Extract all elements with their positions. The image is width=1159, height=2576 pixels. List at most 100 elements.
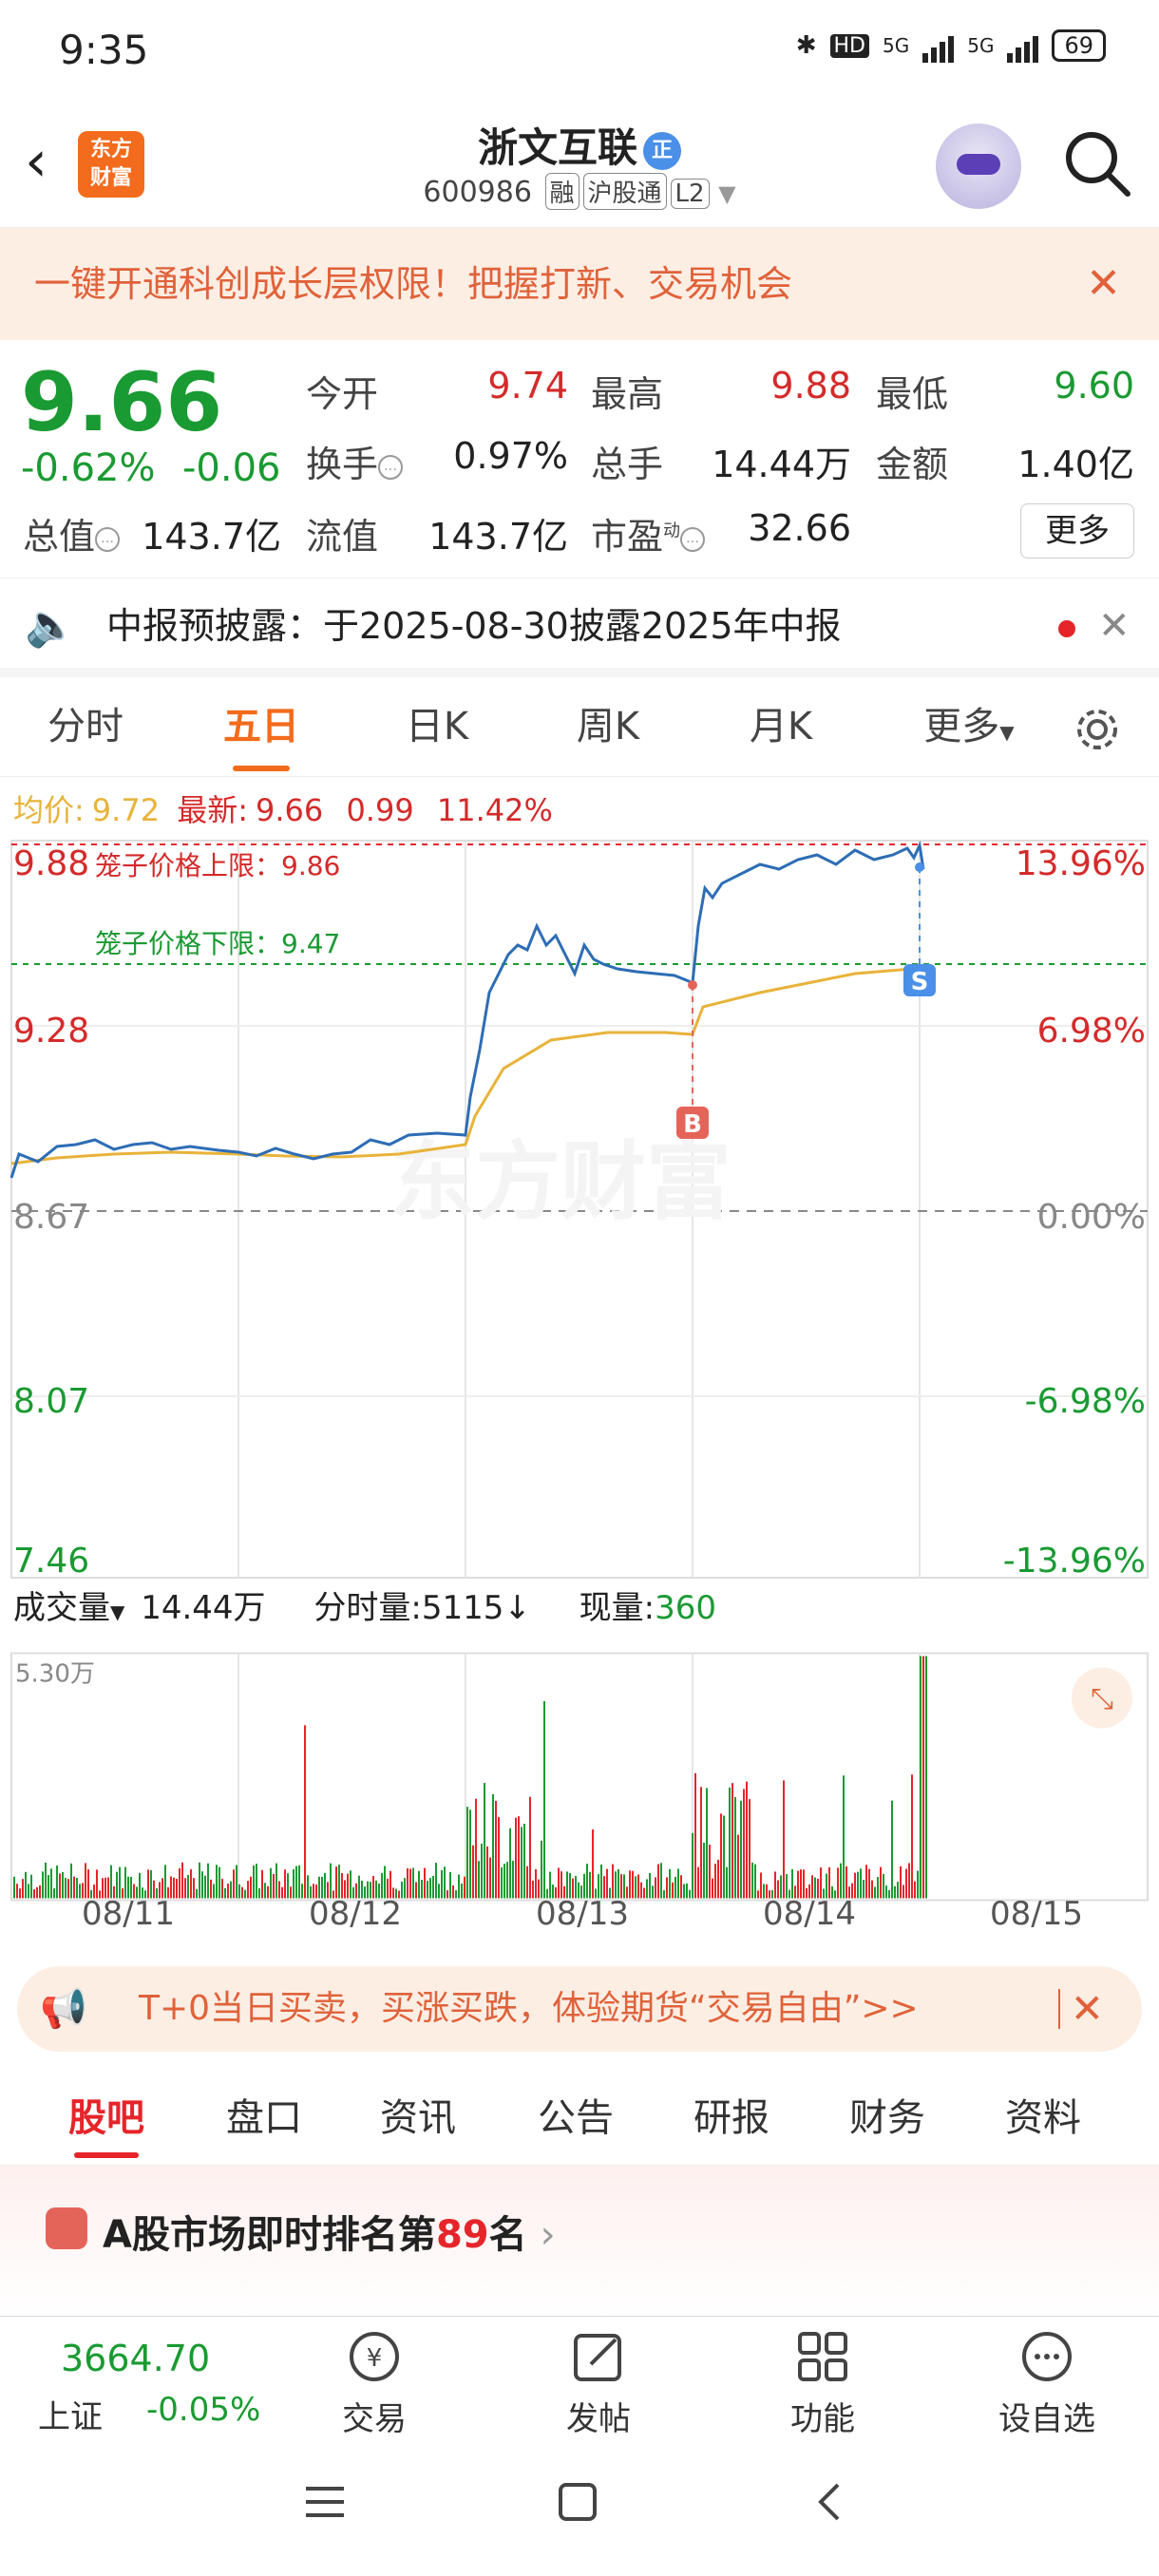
volume-bar [466,1807,468,1899]
close-icon[interactable]: ✕ [1071,1966,1104,2052]
date-label: 08/14 [763,1895,856,1933]
volume-bar [518,1816,520,1899]
volume-bar [714,1864,716,1899]
chart-summary: 均价: 9.72 最新: 9.66 0.99 11.42% [13,786,553,830]
back-nav-icon[interactable] [808,2479,853,2525]
volume-bar [469,1809,471,1899]
volume-bar [338,1865,340,1899]
tab-profile[interactable]: 资料 [1005,2071,1081,2166]
volume-bar [293,1868,294,1899]
volume-bar [558,1867,560,1899]
chart-tabs: 分时 五日 日K 周K 月K 更多▼ [0,677,1159,777]
speaker-icon: 🔈 [25,601,77,650]
dropdown-icon[interactable]: ▼ [718,180,735,207]
volume-chart[interactable]: 5.30万 ⤡ [0,1634,1159,1919]
volume-bar [298,1865,300,1899]
volume-bar [703,1843,705,1899]
minute-vol-label: 分时量: [314,1589,422,1627]
volume-bar [45,1862,47,1899]
volume-bar [236,1865,238,1899]
volume-bar [424,1867,426,1899]
tab-forum[interactable]: 股吧 [68,2071,144,2166]
menu-icon[interactable] [302,2479,348,2525]
more-button[interactable]: 更多 [1020,503,1134,559]
current-price: 9.66 [21,355,223,450]
tab-intraday[interactable]: 分时 [38,677,133,777]
volume-bar [737,1834,739,1899]
tab-weekly-k[interactable]: 周K [560,677,656,777]
volume-bar [837,1867,839,1899]
volume-bar [70,1863,72,1899]
search-icon[interactable] [1059,125,1135,201]
volume-bar [660,1863,662,1899]
nav-functions[interactable]: 功能 [756,2317,889,2442]
nav-trade[interactable]: ¥ 交易 [308,2317,441,2442]
volume-bar [124,1866,126,1899]
volume-bar [543,1700,545,1899]
promo-text: 一键开通科创成长层权限！把握打新、交易机会 [34,263,793,305]
tab-research[interactable]: 研报 [694,2071,770,2166]
avg-label: 均价: [13,792,85,828]
volume-bar [523,1824,525,1899]
volume-header: 成交量▼ 14.44万 分时量:5115↓ 现量:360 [13,1582,1153,1638]
unread-dot [1058,620,1075,637]
volume-bar [216,1865,218,1899]
y-label-4: 8.07 [13,1382,89,1421]
tab-announcements[interactable]: 公告 [538,2071,614,2166]
nav-add-watchlist[interactable]: 设自选 [980,2317,1113,2442]
volume-bar [295,1866,297,1899]
volume-bar [791,1868,793,1899]
turnover-value: 0.97% [453,435,568,477]
tab-more[interactable]: 更多▼ [907,677,1031,777]
nav-post-label: 发帖 [566,2400,631,2438]
mktcap-value: 143.7亿 [142,516,281,558]
bluetooth-icon: ✱ [795,31,817,60]
divider [1058,1989,1060,2029]
float-label: 流值 [306,516,379,558]
volume-bar [706,1788,708,1899]
volume-bar [233,1869,235,1899]
volume-bar [865,1865,867,1899]
index-ticker[interactable]: 3664.70 上证 -0.05% [19,2317,266,2442]
nav-post[interactable]: 发帖 [532,2317,665,2442]
rank-card[interactable]: A股市场即时排名第89名 › [0,2166,1159,2318]
price-chart[interactable]: 东方财富 9.88 9.28 8.67 8.07 7.46 13.96% 6.9… [0,831,1159,1582]
volume-bar [492,1793,494,1899]
volume-bar [276,1863,277,1899]
latest-pct: 11.42% [436,792,553,828]
open-label: 今开 [306,373,379,415]
info-icon[interactable]: … [95,526,121,552]
gear-icon[interactable] [1074,706,1121,753]
volume-bar [732,1783,733,1899]
close-icon[interactable]: ✕ [1098,578,1130,673]
volume-bar [509,1828,511,1899]
assistant-avatar[interactable] [936,123,1021,209]
volume-bar [743,1789,745,1899]
minute-vol-value: 5115 [421,1589,504,1627]
status-icons: ✱ HD 5G 5G 69 [796,28,1106,63]
volume-bar [911,1774,913,1899]
expand-icon: ⤡ [1091,1683,1113,1716]
volume-bar [335,1866,337,1899]
volume-bar [843,1775,845,1899]
close-icon[interactable]: ✕ [1086,228,1121,340]
futures-ad[interactable]: 📢 T+0当日买卖，买涨买跌，体验期货“交易自由”>> ✕ [17,1966,1142,2052]
tab-daily-k[interactable]: 日K [390,677,484,777]
home-icon[interactable] [555,2479,600,2525]
tab-finance[interactable]: 财务 [849,2071,925,2166]
volume-selector[interactable]: 成交量▼ [13,1589,124,1627]
volume-bar [56,1865,58,1899]
hd-badge: HD [829,33,869,58]
tab-news[interactable]: 资讯 [380,2071,456,2166]
date-label: 08/15 [990,1895,1083,1933]
volume-bar [435,1863,437,1899]
notice-bar[interactable]: 🔈 中报预披露：于2025-08-30披露2025年中报 ✕ [0,578,1159,677]
promo-banner[interactable]: 一键开通科创成长层权限！把握打新、交易机会 ✕ [0,228,1159,340]
pe-label: 市盈动… [591,507,706,559]
volume-bar [900,1866,902,1899]
info-icon[interactable]: … [378,454,404,480]
tab-monthly-k[interactable]: 月K [733,677,828,777]
notice-text: 中报预披露：于2025-08-30披露2025年中报 [106,605,842,647]
tab-five-day[interactable]: 五日 [209,677,314,777]
tab-orderbook[interactable]: 盘口 [226,2071,302,2166]
